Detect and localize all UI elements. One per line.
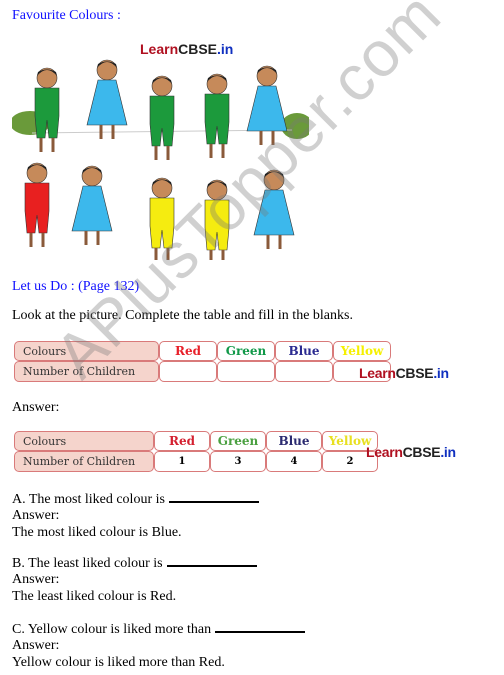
colour-header-green: Green	[217, 341, 275, 361]
colour-header-blue: Blue	[266, 431, 322, 451]
children-picture: LearnCBSE.in	[12, 38, 309, 260]
question-c: C. Yellow colour is liked more than	[12, 620, 306, 638]
section-heading: Let us Do : (Page 132)	[12, 279, 140, 294]
colour-header-red: Red	[159, 341, 217, 361]
answer-blank	[166, 554, 257, 567]
answer-label: Answer:	[12, 400, 60, 415]
answer-blank	[215, 620, 306, 633]
row-label-colours: Colours	[14, 341, 159, 361]
colour-header-green: Green	[210, 431, 266, 451]
count-cell-blue	[275, 361, 333, 382]
answer-c: Yellow colour is liked more than Red.	[12, 655, 225, 670]
answer-label: Answer:	[12, 572, 60, 587]
row-label-number: Number of Children	[14, 451, 154, 472]
page-title: Favourite Colours :	[12, 8, 121, 23]
picture-logo: LearnCBSE.in	[140, 41, 233, 57]
colour-header-blue: Blue	[275, 341, 333, 361]
learncbse-logo: LearnCBSE.in	[359, 365, 449, 381]
count-cell-green: 3	[210, 451, 266, 472]
answer-label: Answer:	[12, 638, 60, 653]
count-cell-blue: 4	[266, 451, 322, 472]
row-label-number: Number of Children	[14, 361, 159, 382]
count-cell-red	[159, 361, 217, 382]
row-label-colours: Colours	[14, 431, 154, 451]
question-b: B. The least liked colour is	[12, 554, 257, 572]
colour-header-red: Red	[154, 431, 210, 451]
question-a: A. The most liked colour is	[12, 490, 259, 508]
answer-b: The least liked colour is Red.	[12, 589, 177, 604]
instruction-text: Look at the picture. Complete the table …	[12, 308, 353, 323]
count-cell-red: 1	[154, 451, 210, 472]
count-cell-green	[217, 361, 275, 382]
colour-header-yellow: Yellow	[333, 341, 391, 361]
answer-a: The most liked colour is Blue.	[12, 525, 182, 540]
answer-label: Answer:	[12, 508, 60, 523]
answer-blank	[168, 490, 259, 503]
learncbse-logo: LearnCBSE.in	[366, 444, 456, 460]
